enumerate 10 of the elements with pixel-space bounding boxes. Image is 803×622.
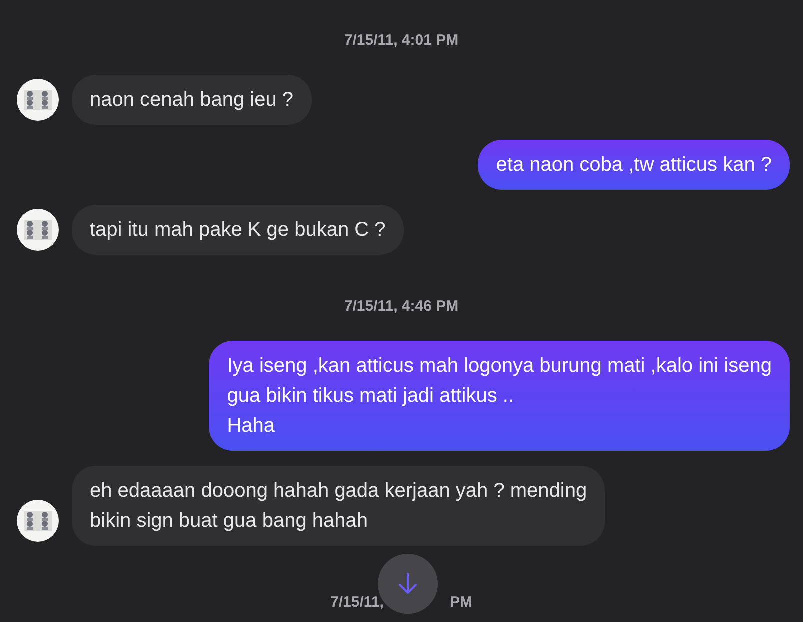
timestamp: 7/15/11, 4:46 PM: [344, 298, 459, 315]
message-bubble: Iya iseng ,kan atticus mah logonya burung mati ,kalo ini iseng gua bikin tikus mati jadi attikus .. Haha: [209, 341, 790, 451]
timestamp: 7/15/11,: [330, 594, 384, 611]
arrow-down-icon: [396, 572, 419, 596]
message-bubble: eh edaaaan dooong hahah gada kerjaan yah ? mending bikin sign buat gua bang hahah: [72, 466, 606, 546]
message-bubble: naon cenah bang ieu ?: [72, 75, 312, 125]
message-bubble: tapi itu mah pake K ge bukan C ?: [72, 205, 404, 255]
timestamp: 7/15/11, 4:01 PM: [344, 32, 459, 49]
message-bubble: eta naon coba ,tw atticus kan ?: [478, 140, 790, 190]
timestamp: PM: [450, 594, 472, 611]
